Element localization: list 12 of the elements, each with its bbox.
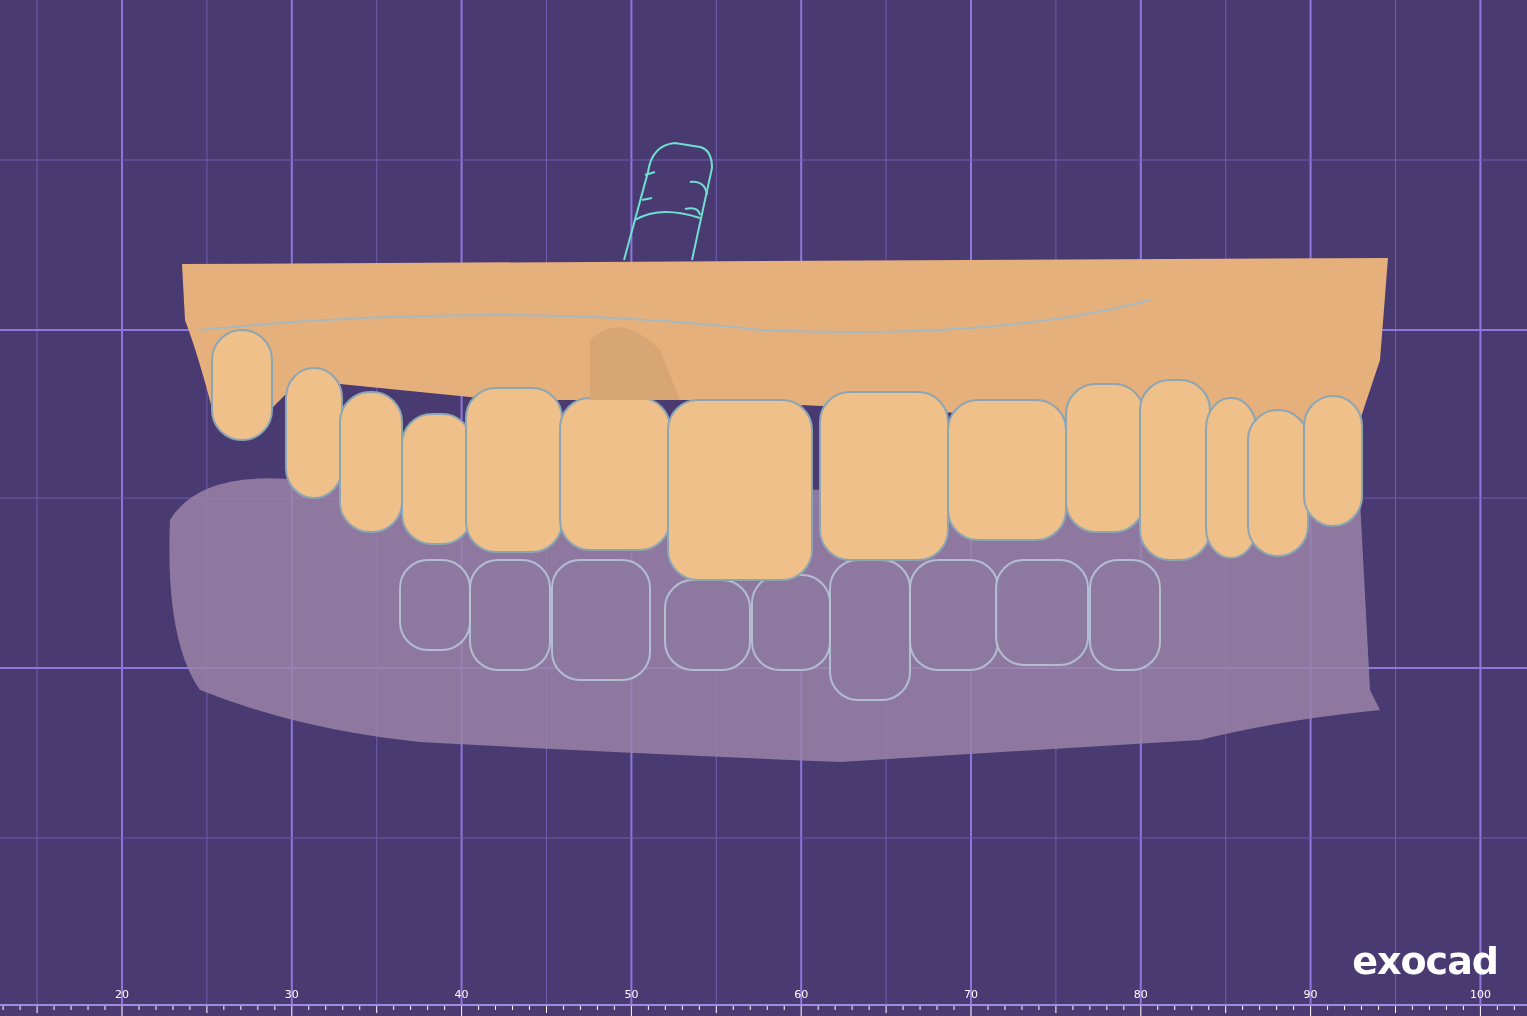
- ruler-label: 20: [115, 988, 129, 1001]
- ruler-label: 40: [454, 988, 469, 1001]
- dental-scan-drawing[interactable]: [169, 258, 1388, 762]
- ruler-label: 80: [1133, 988, 1148, 1001]
- logo-wordmark: exocad: [1352, 939, 1498, 983]
- ruler-label: 70: [964, 988, 978, 1001]
- ruler-label: 30: [284, 988, 299, 1001]
- ruler-label: 50: [624, 988, 639, 1001]
- ruler-label: 60: [794, 988, 809, 1001]
- ruler-label: 90: [1303, 988, 1318, 1001]
- ruler-label: 100: [1469, 988, 1491, 1001]
- 3d-viewport[interactable]: 20 30 40 50 60 70 80 90 100 exocad: [0, 0, 1527, 1016]
